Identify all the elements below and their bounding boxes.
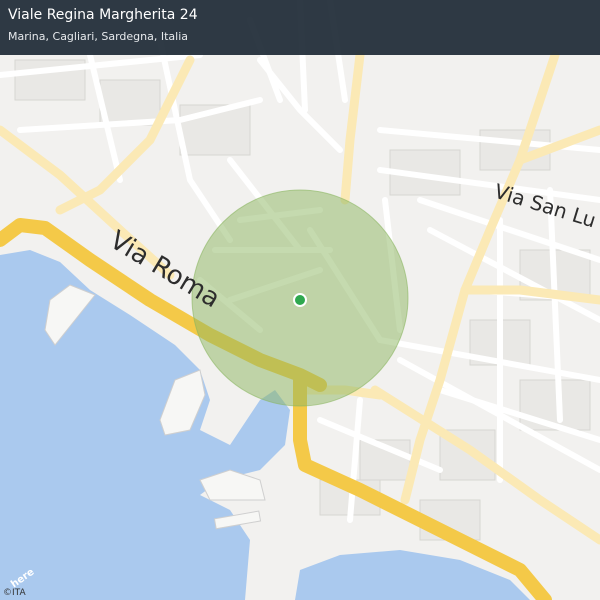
location-marker[interactable] [293, 293, 307, 307]
address-title: Viale Regina Margherita 24 [8, 7, 198, 23]
address-subtitle: Marina, Cagliari, Sardegna, Italia [8, 30, 188, 43]
map-attribution: ©ITA [3, 588, 26, 598]
map-canvas[interactable]: Via Roma Via San Lu [0, 0, 600, 600]
location-header: Viale Regina Margherita 24 Marina, Cagli… [0, 0, 600, 55]
